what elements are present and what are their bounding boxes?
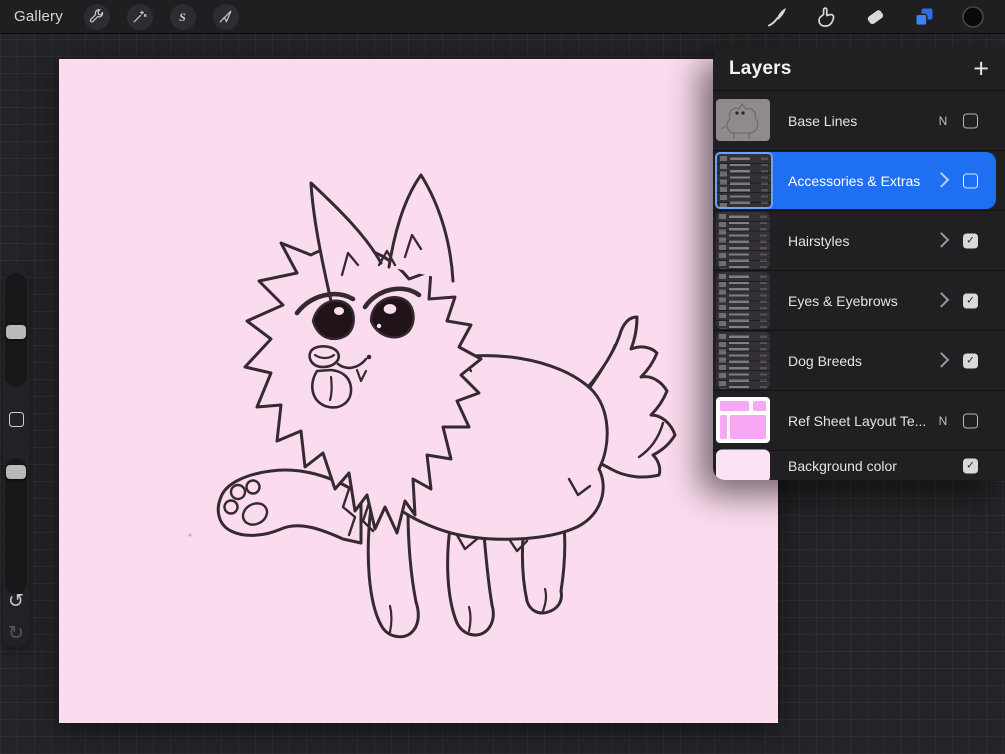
color-swatch [961, 5, 984, 28]
color-swatch-button[interactable] [960, 4, 985, 29]
layers-button[interactable] [911, 4, 936, 29]
brush-button[interactable] [764, 4, 789, 29]
thumbnail-rect [720, 401, 749, 411]
modify-button[interactable] [3, 406, 29, 432]
top-toolbar: Gallery S [0, 0, 1005, 34]
brush-controls-sidebar: ↺ ↻ [3, 268, 29, 648]
chevron-right-icon[interactable] [933, 291, 950, 308]
layer-row-ref-sheet-template[interactable]: Ref Sheet Layout Te... N [713, 391, 1005, 451]
group-thumbnail[interactable] [716, 212, 770, 269]
selection-glyph: S [180, 10, 187, 24]
brush-opacity-handle[interactable] [6, 465, 26, 479]
adjustments-button[interactable] [126, 3, 153, 30]
layer-row-eyes-eyebrows[interactable]: Eyes & Eyebrows [713, 271, 1005, 331]
toolbar-right-group [764, 4, 1005, 29]
visibility-checkbox[interactable] [963, 113, 978, 128]
layer-name: Hairstyles [788, 232, 850, 249]
transform-icon [220, 10, 232, 23]
layers-panel-header: Layers + [713, 47, 1005, 91]
chevron-right-icon[interactable] [933, 351, 950, 368]
blend-mode-badge[interactable]: N [936, 114, 950, 128]
layers-icon [914, 8, 932, 26]
thumbnail-rect [753, 401, 766, 411]
visibility-checkbox[interactable] [963, 353, 978, 368]
visibility-checkbox[interactable] [963, 413, 978, 428]
smudge-button[interactable] [813, 4, 838, 29]
layer-row-dog-breeds[interactable]: Dog Breeds [713, 331, 1005, 391]
gallery-button[interactable]: Gallery [14, 8, 63, 25]
stray-speck [188, 533, 192, 537]
layer-row-background-color[interactable]: Background color [713, 449, 1005, 480]
transform-button[interactable] [212, 3, 239, 30]
thumbnail-rect [730, 415, 766, 439]
canvas[interactable] [59, 59, 778, 723]
layers-list: Base Lines N Accessories & Extras Hairst… [713, 91, 1005, 480]
visibility-checkbox[interactable] [963, 458, 978, 473]
layer-name: Dog Breeds [788, 352, 862, 369]
magic-wand-icon [134, 10, 147, 23]
add-layer-button[interactable]: + [973, 55, 989, 82]
eraser-button[interactable] [862, 4, 887, 29]
layer-thumbnail[interactable] [716, 397, 770, 443]
layers-panel-title: Layers [729, 57, 792, 79]
visibility-checkbox[interactable] [963, 293, 978, 308]
layer-name: Background color [788, 457, 897, 474]
group-thumbnail[interactable] [716, 272, 770, 329]
layer-name: Ref Sheet Layout Te... [788, 412, 927, 429]
layer-row-accessories-extras[interactable]: Accessories & Extras [713, 151, 1005, 211]
layer-name: Base Lines [788, 112, 858, 129]
thumbnail-rect [720, 415, 727, 439]
wrench-icon [90, 9, 104, 23]
layer-thumbnail[interactable] [716, 99, 770, 141]
sketch-thumbnail-art [720, 103, 759, 139]
modify-square-icon [8, 411, 24, 427]
chevron-right-icon[interactable] [933, 231, 950, 248]
eraser-icon [867, 9, 883, 24]
brush-icon [767, 7, 786, 26]
layers-panel: Layers + Base Lines N Accessories & Extr… [713, 47, 1005, 480]
selection-button[interactable]: S [169, 3, 196, 30]
smudge-icon [817, 6, 834, 27]
actions-wrench-button[interactable] [83, 3, 110, 30]
group-thumbnail[interactable] [715, 152, 773, 209]
layer-name: Accessories & Extras [788, 172, 921, 189]
layer-row-hairstyles[interactable]: Hairstyles [713, 211, 1005, 271]
group-thumbnail[interactable] [716, 332, 770, 389]
visibility-checkbox[interactable] [963, 173, 978, 188]
procreate-app-window: Gallery S ↺ ↻ Layers + Base Lines N Acce… [0, 0, 1005, 754]
dog-line-art [188, 173, 677, 639]
background-color-thumbnail[interactable] [716, 449, 770, 480]
redo-button[interactable]: ↻ [3, 620, 29, 646]
brush-size-handle[interactable] [6, 325, 26, 339]
undo-button[interactable]: ↺ [3, 588, 29, 614]
toolbar-left-group: Gallery S [0, 3, 239, 30]
visibility-checkbox[interactable] [963, 233, 978, 248]
blend-mode-badge[interactable]: N [936, 414, 950, 428]
layer-row-base-lines[interactable]: Base Lines N [713, 91, 1005, 151]
selection-icon: S [180, 10, 187, 24]
layer-name: Eyes & Eyebrows [788, 292, 898, 309]
